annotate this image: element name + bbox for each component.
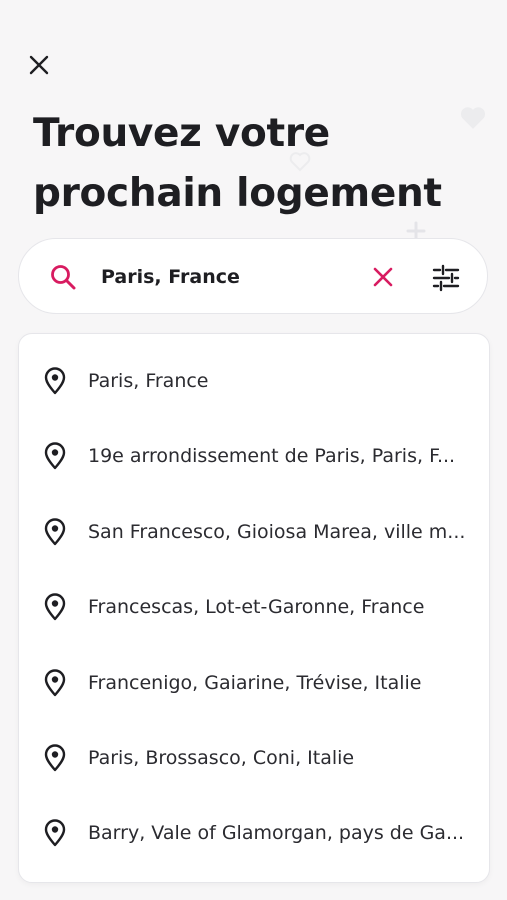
list-item[interactable]: Francescas, Lot-et-Garonne, France bbox=[19, 577, 489, 637]
filter-sliders-icon[interactable] bbox=[431, 263, 461, 293]
suggestions-list: Paris, France 19e arrondissement de Pari… bbox=[18, 333, 490, 883]
list-item[interactable]: Francenigo, Gaiarine, Trévise, Italie bbox=[19, 653, 489, 713]
list-item-label: Paris, Brossasco, Coni, Italie bbox=[88, 747, 355, 769]
search-icon[interactable] bbox=[49, 263, 77, 291]
location-pin-icon bbox=[44, 669, 66, 697]
location-pin-icon bbox=[44, 593, 66, 621]
page-title: Trouvez votre prochain logement bbox=[33, 104, 473, 224]
list-item[interactable]: Paris, Brossasco, Coni, Italie bbox=[19, 728, 489, 788]
search-input[interactable] bbox=[99, 259, 353, 295]
list-item[interactable]: Paris, France bbox=[19, 351, 489, 411]
location-pin-icon bbox=[44, 744, 66, 772]
location-pin-icon bbox=[44, 819, 66, 847]
page-title-line-1: Trouvez votre bbox=[33, 111, 330, 156]
close-button[interactable] bbox=[24, 50, 54, 80]
list-item[interactable]: 19e arrondissement de Paris, Paris, F... bbox=[19, 426, 489, 486]
close-icon bbox=[29, 55, 49, 75]
list-item[interactable]: San Francesco, Gioiosa Marea, ville m... bbox=[19, 502, 489, 562]
list-item-label: San Francesco, Gioiosa Marea, ville m... bbox=[88, 521, 466, 543]
search-bar bbox=[18, 238, 488, 314]
list-item-label: Francenigo, Gaiarine, Trévise, Italie bbox=[88, 672, 422, 694]
location-pin-icon bbox=[44, 442, 66, 470]
list-item-label: Paris, France bbox=[88, 370, 209, 392]
list-item[interactable]: Barry, Vale of Glamorgan, pays de Ga... bbox=[19, 803, 489, 863]
clear-search-icon[interactable] bbox=[369, 263, 397, 291]
location-pin-icon bbox=[44, 367, 66, 395]
location-pin-icon bbox=[44, 518, 66, 546]
list-item-label: Barry, Vale of Glamorgan, pays de Ga... bbox=[88, 822, 465, 844]
list-item-label: Francescas, Lot-et-Garonne, France bbox=[88, 596, 425, 618]
page-title-line-2: prochain logement bbox=[33, 171, 442, 216]
list-item-label: 19e arrondissement de Paris, Paris, F... bbox=[88, 445, 456, 467]
